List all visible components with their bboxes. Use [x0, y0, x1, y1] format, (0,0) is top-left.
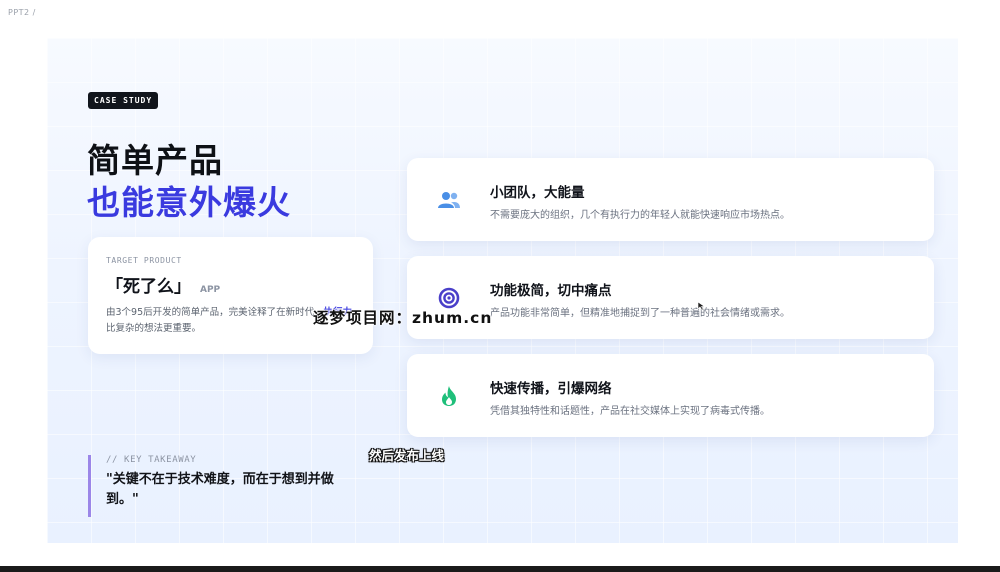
feature-title: 小团队，大能量	[490, 185, 585, 201]
feature-description: 产品功能非常简单，但精准地捕捉到了一种普遍的社会情绪或需求。	[490, 308, 790, 319]
feature-card-spread: 快速传播，引爆网络 凭借其独特性和话题性，产品在社交媒体上实现了病毒式传播。	[407, 354, 934, 437]
product-desc-part1: 由3个95后开发的简单产品，完美诠释了在新时代，	[106, 307, 324, 318]
product-card-label: TARGET PRODUCT	[106, 256, 182, 265]
product-name: 「死了么」	[106, 277, 191, 297]
team-icon	[435, 186, 463, 214]
feature-title: 功能极简，切中痛点	[490, 283, 612, 299]
slide-title-line2: 也能意外爆火	[87, 183, 291, 222]
bottom-bar	[0, 566, 1000, 572]
flame-icon	[435, 382, 463, 410]
feature-description: 凭借其独特性和话题性，产品在社交媒体上实现了病毒式传播。	[490, 406, 770, 417]
video-subtitle: 然后发布上线	[369, 448, 445, 463]
feature-title: 快速传播，引爆网络	[490, 381, 612, 397]
takeaway-quote: "关键不在于技术难度，而在于想到并做到。"	[106, 472, 334, 507]
feature-card-team: 小团队，大能量 不需要庞大的组织，几个有执行力的年轻人就能快速响应市场热点。	[407, 158, 934, 241]
watermark-overlay: 逐梦项目网：zhum.cn	[313, 309, 493, 327]
product-name-row: 「死了么」 APP	[106, 272, 355, 297]
logo	[47, 38, 117, 60]
takeaway-label: // KEY TAKEAWAY	[106, 455, 197, 465]
product-card: TARGET PRODUCT 「死了么」 APP 由3个95后开发的简单产品，完…	[88, 237, 373, 354]
slide-title-line1: 简单产品	[87, 141, 223, 180]
window-title: PPT2 /	[8, 8, 36, 17]
case-study-badge: CASE STUDY	[88, 92, 159, 109]
feature-description: 不需要庞大的组织，几个有执行力的年轻人就能快速响应市场热点。	[490, 210, 790, 221]
mouse-cursor-icon	[697, 296, 707, 311]
product-desc-part2: 比复杂的想法更重要。	[106, 323, 202, 334]
product-tag: APP	[200, 285, 221, 295]
slide-canvas: CASE STUDY 简单产品 也能意外爆火 TARGET PRODUCT 「死…	[47, 38, 958, 543]
key-takeaway: // KEY TAKEAWAY "关键不在于技术难度，而在于想到并做到。"	[88, 455, 358, 517]
